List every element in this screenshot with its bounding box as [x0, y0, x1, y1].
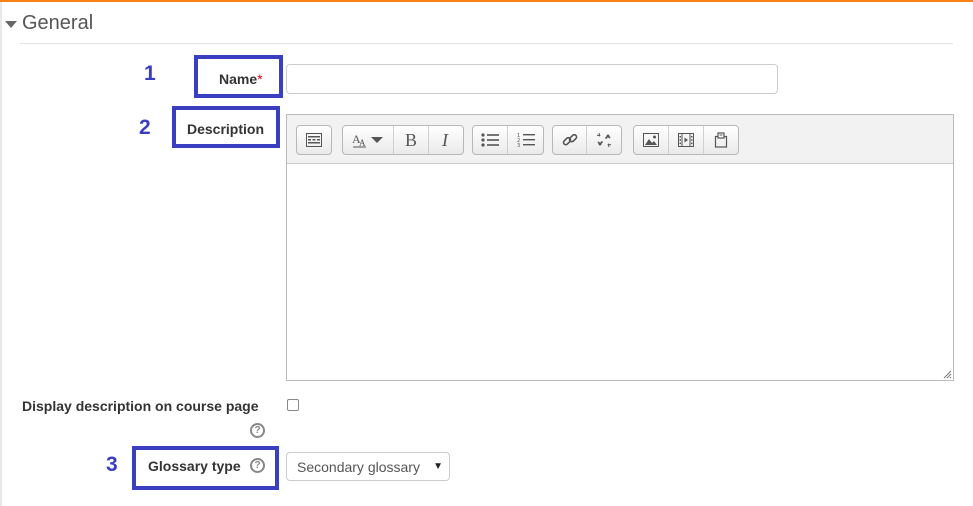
font-size-icon[interactable]: AA [343, 126, 394, 154]
toolbar-group-more [296, 125, 332, 155]
callout-number-2: 2 [139, 116, 151, 139]
toolbar-group-links [552, 125, 622, 155]
name-label: Name* [219, 71, 263, 87]
ordered-list-icon[interactable]: 123 [508, 126, 543, 154]
manage-files-icon[interactable] [704, 126, 738, 154]
unlink-icon[interactable] [587, 126, 621, 154]
link-icon[interactable] [553, 126, 587, 154]
svg-text:B: B [405, 132, 417, 148]
help-glyph: ? [254, 459, 261, 471]
toolbar-group-media [633, 125, 739, 155]
help-icon-display-description[interactable]: ? [250, 423, 265, 438]
page-top-border [0, 0, 973, 2]
display-description-label: Display description on course page [22, 398, 259, 414]
insert-media-icon[interactable] [669, 126, 704, 154]
editor-toolbar: AA B I 123 [287, 115, 953, 164]
toolbar-group-style: AA B I [342, 125, 464, 155]
resize-grip-icon[interactable] [942, 369, 952, 379]
page-left-border [0, 2, 2, 506]
display-description-checkbox[interactable] [287, 399, 299, 411]
svg-text:3: 3 [517, 143, 520, 148]
description-editor: AA B I 123 [286, 114, 954, 381]
section-title: General [22, 11, 94, 34]
bold-icon[interactable]: B [394, 126, 429, 154]
glossary-type-selected-value: Secondary glossary [297, 458, 420, 475]
glossary-type-label: Glossary type [148, 458, 241, 474]
italic-icon[interactable]: I [429, 126, 463, 154]
name-input[interactable] [286, 64, 778, 94]
unordered-list-icon[interactable] [473, 126, 508, 154]
show-more-buttons-icon[interactable] [297, 126, 331, 154]
help-glyph: ? [254, 424, 261, 436]
svg-text:I: I [441, 132, 449, 148]
section-general-toggle[interactable]: General [5, 11, 93, 35]
description-label: Description [187, 121, 265, 137]
callout-number-3: 3 [106, 453, 118, 476]
editor-content-area[interactable] [287, 164, 953, 380]
callout-number-1: 1 [144, 62, 156, 85]
required-mark: * [257, 71, 263, 87]
toolbar-group-lists: 123 [472, 125, 544, 155]
name-label-text: Name [219, 71, 258, 87]
insert-image-icon[interactable] [634, 126, 669, 154]
collapse-triangle-icon [5, 20, 17, 28]
section-divider [20, 43, 953, 44]
dropdown-arrow-icon: ▼ [433, 461, 443, 472]
glossary-type-select[interactable]: Secondary glossary ▼ [286, 452, 450, 481]
help-icon-glossary-type[interactable]: ? [250, 458, 265, 473]
